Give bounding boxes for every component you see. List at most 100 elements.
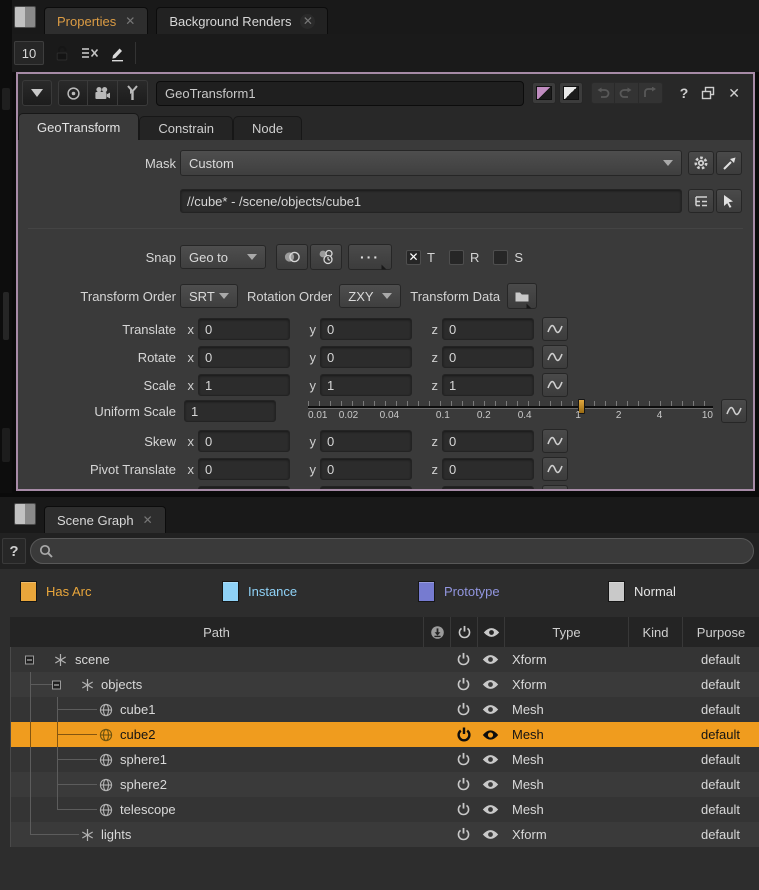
tree-row-lights[interactable]: lights Xform default [11,822,759,847]
revert-button[interactable] [639,82,663,104]
scale-z-input[interactable] [442,374,534,396]
snap-geo-button[interactable] [276,244,308,270]
pivot-rotate-curve-button[interactable] [542,485,568,489]
redo-button[interactable] [615,82,639,104]
visibility-toggle[interactable] [477,654,504,665]
search-input[interactable] [30,538,754,564]
uniform-scale-input[interactable] [184,400,276,422]
expander-icon[interactable] [25,655,34,664]
power-toggle[interactable] [450,752,477,767]
snap-s-checkbox[interactable] [493,250,508,265]
visibility-toggle[interactable] [477,754,504,765]
pivot-translate-x-input[interactable] [198,458,290,480]
visibility-toggle[interactable] [477,804,504,815]
settings-wrench-button[interactable] [118,80,148,106]
text-color-button[interactable] [559,82,583,104]
snap-r-checkbox[interactable] [449,250,464,265]
render-button[interactable] [88,80,118,106]
scale-x-input[interactable] [198,374,290,396]
panel-menu-grip-icon[interactable] [14,6,36,28]
visibility-toggle[interactable] [477,829,504,840]
close-icon[interactable]: ✕ [143,513,153,527]
node-color-button[interactable] [532,82,556,104]
mask-settings-button[interactable] [688,151,714,175]
snap-each-button[interactable] [310,244,342,270]
undo-button[interactable] [591,82,615,104]
pivot-rotate-y-input[interactable] [320,486,412,489]
translate-z-input[interactable] [442,318,534,340]
max-panels-input[interactable] [14,41,44,65]
select-from-viewer-button[interactable] [716,189,742,213]
tree-row-telescope[interactable]: telescope Mesh default [11,797,759,822]
pivot-rotate-x-input[interactable] [198,486,290,489]
mask-pattern-input[interactable] [180,189,682,213]
slider-groove[interactable] [308,406,713,409]
snap-menu-button[interactable]: ··· [348,244,392,270]
power-toggle[interactable] [450,827,477,842]
tree-row-sphere2[interactable]: sphere2 Mesh default [11,772,759,797]
snap-mode-dropdown[interactable]: Geo to [180,245,266,269]
power-toggle[interactable] [450,677,477,692]
mask-picker-button[interactable] [716,151,742,175]
close-panel-button[interactable]: ✕ [721,85,747,102]
center-node-button[interactable] [58,80,88,106]
edit-pencil-icon[interactable] [109,45,125,62]
power-toggle[interactable] [450,802,477,817]
float-panel-button[interactable] [695,86,721,100]
visibility-toggle[interactable] [477,729,504,741]
help-button[interactable]: ? [2,538,26,564]
uniform-scale-curve-button[interactable] [721,399,747,423]
power-toggle[interactable] [450,652,477,667]
scale-curve-button[interactable] [542,373,568,397]
tree-row-sphere1[interactable]: sphere1 Mesh default [11,747,759,772]
close-icon[interactable]: ✕ [125,14,135,28]
skew-z-input[interactable] [442,430,534,452]
visibility-toggle[interactable] [477,704,504,715]
collapse-panel-button[interactable] [22,80,52,106]
mask-mode-dropdown[interactable]: Custom [180,150,682,176]
visibility-toggle[interactable] [477,679,504,690]
rotate-curve-button[interactable] [542,345,568,369]
power-toggle[interactable] [450,727,477,743]
scale-y-input[interactable] [320,374,412,396]
transform-order-dropdown[interactable]: SRT [180,284,238,308]
power-toggle[interactable] [450,777,477,792]
power-toggle[interactable] [450,702,477,717]
translate-y-input[interactable] [320,318,412,340]
pivot-translate-y-input[interactable] [320,458,412,480]
pivot-translate-curve-button[interactable] [542,457,568,481]
tab-background-renders[interactable]: Background Renders ✕ [156,7,328,34]
transform-data-button[interactable] [507,283,537,309]
tab-node[interactable]: Node [233,116,302,140]
node-name-input[interactable] [156,81,524,106]
rotate-z-input[interactable] [442,346,534,368]
help-button[interactable]: ? [673,85,696,101]
close-icon[interactable]: ✕ [300,14,315,29]
uniform-scale-slider[interactable]: 0.01 0.02 0.04 0.1 0.2 0.4 1 2 4 10 [308,398,713,424]
skew-x-input[interactable] [198,430,290,452]
pivot-rotate-z-input[interactable] [442,486,534,489]
lock-icon[interactable] [54,45,71,62]
tab-constrain[interactable]: Constrain [139,116,233,140]
translate-x-input[interactable] [198,318,290,340]
scenegraph-browse-button[interactable] [688,189,714,213]
rotate-x-input[interactable] [198,346,290,368]
translate-curve-button[interactable] [542,317,568,341]
skew-y-input[interactable] [320,430,412,452]
expander-icon[interactable] [52,680,61,689]
pivot-translate-z-input[interactable] [442,458,534,480]
tab-properties[interactable]: Properties ✕ [44,7,148,34]
snap-t-checkbox[interactable]: ✕ [406,250,421,265]
tab-scene-graph[interactable]: Scene Graph ✕ [44,506,166,533]
panel-menu-grip-icon[interactable] [14,503,36,525]
tab-geotransform[interactable]: GeoTransform [18,113,139,140]
tree-row-cube2[interactable]: cube2 Mesh default [11,722,759,747]
skew-curve-button[interactable] [542,429,568,453]
rotate-y-input[interactable] [320,346,412,368]
tree-row-objects[interactable]: objects Xform default [11,672,759,697]
clear-panels-icon[interactable] [81,46,99,60]
tree-row-scene[interactable]: scene Xform default [11,647,759,672]
tree-row-cube1[interactable]: cube1 Mesh default [11,697,759,722]
rotation-order-dropdown[interactable]: ZXY [339,284,401,308]
visibility-toggle[interactable] [477,779,504,790]
